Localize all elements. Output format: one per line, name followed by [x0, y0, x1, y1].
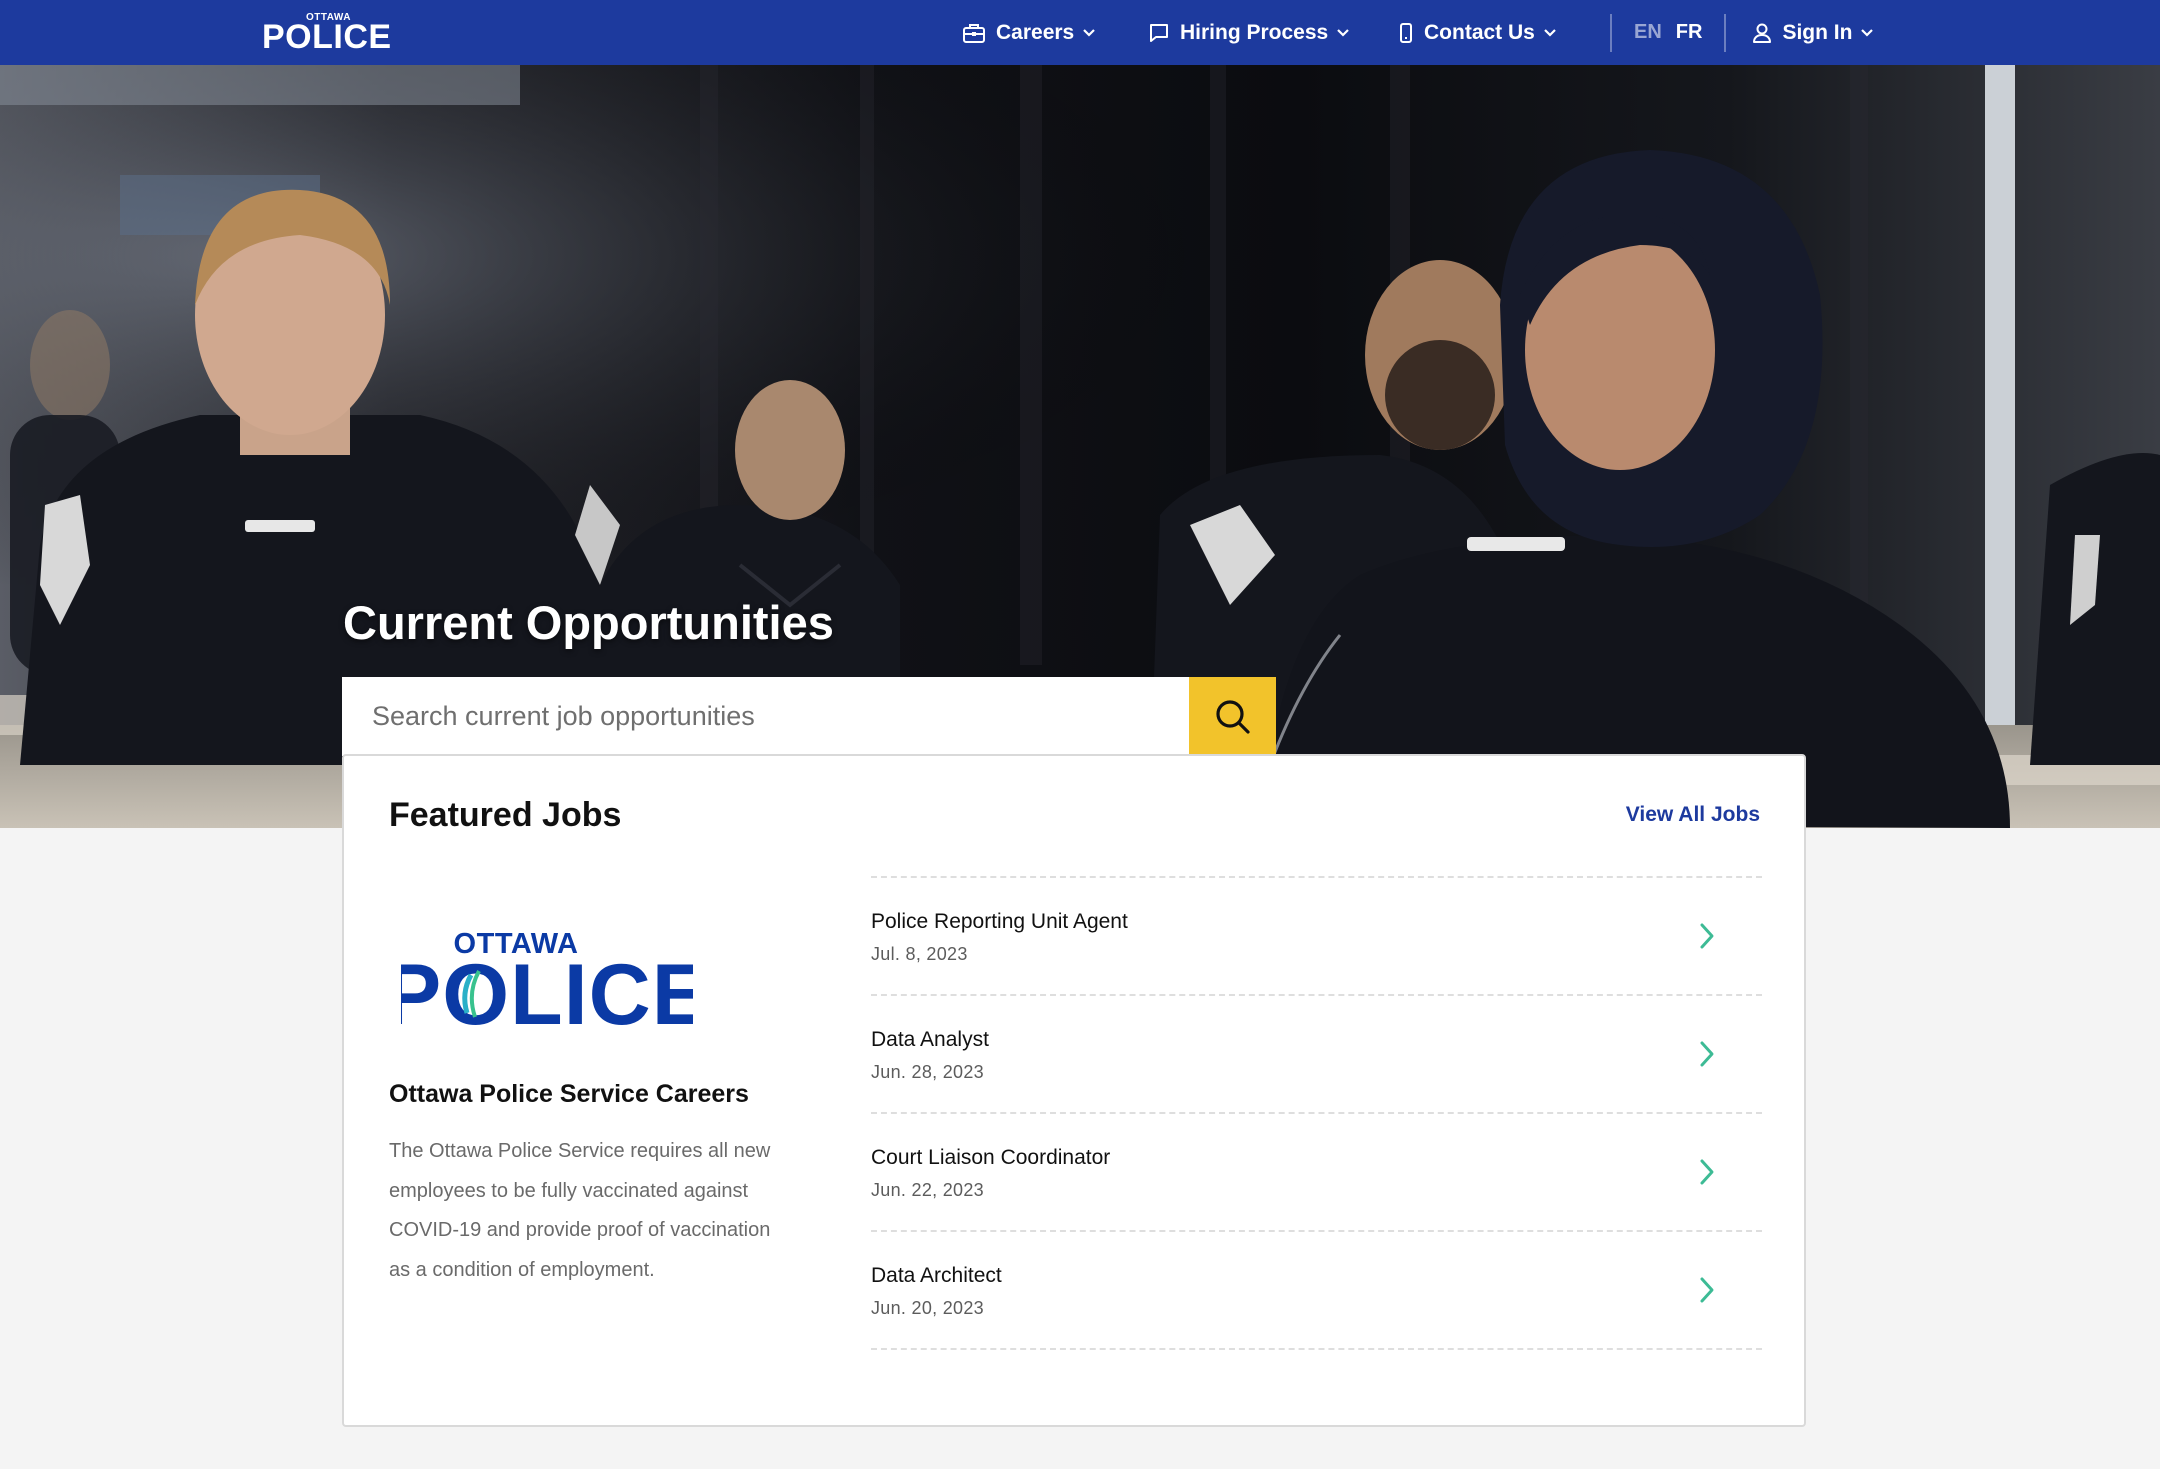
brand-description: The Ottawa Police Service requires all n…: [389, 1140, 771, 1281]
nav-item-hiring-process[interactable]: Hiring Process: [1148, 0, 1398, 65]
job-date: Jun. 22, 2023: [871, 1180, 984, 1200]
job-title: Data Architect: [871, 1264, 1002, 1287]
chevron-down-icon: [1083, 28, 1096, 37]
job-list-item[interactable]: Data Architect Jun. 20, 2023: [871, 1232, 1762, 1350]
view-all-jobs-link[interactable]: View All Jobs: [1626, 803, 1760, 827]
job-date: Jun. 20, 2023: [871, 1298, 984, 1318]
job-title: Police Reporting Unit Agent: [871, 910, 1128, 933]
job-date: Jul. 8, 2023: [871, 944, 968, 964]
job-list-item[interactable]: Data Analyst Jun. 28, 2023: [871, 996, 1762, 1114]
top-navigation: OTTAWA POLICE Careers Hiring Process Con…: [0, 0, 2160, 65]
brand-logo-text: POLICE: [401, 947, 693, 1033]
job-search-input[interactable]: [342, 677, 1189, 756]
nav-item-hiring-label: Hiring Process: [1180, 20, 1329, 44]
nav-item-contact-us[interactable]: Contact Us: [1398, 0, 1610, 65]
language-switcher: EN FR: [1612, 0, 1724, 65]
chevron-right-icon: [1700, 1041, 1714, 1067]
nav-logo[interactable]: OTTAWA POLICE: [262, 12, 404, 56]
chevron-down-icon: [1337, 28, 1350, 37]
chevron-down-icon: [1544, 28, 1556, 37]
lang-en-link[interactable]: EN: [1634, 21, 1662, 44]
chevron-right-icon: [1700, 1277, 1714, 1303]
sign-in-label: Sign In: [1782, 20, 1853, 44]
search-button[interactable]: [1189, 677, 1276, 756]
job-title: Data Analyst: [871, 1028, 989, 1051]
ottawa-police-logo: OTTAWA POLICE: [401, 928, 693, 1033]
chat-bubble-icon: [1150, 23, 1168, 42]
briefcase-icon: [963, 23, 985, 43]
chevron-right-icon: [1700, 923, 1714, 949]
nav-item-contact-label: Contact Us: [1424, 20, 1535, 44]
nav-item-careers-label: Careers: [996, 20, 1075, 44]
chevron-down-icon: [1861, 28, 1874, 37]
nav-item-careers[interactable]: Careers: [962, 0, 1148, 65]
featured-jobs-list: Police Reporting Unit Agent Jul. 8, 2023…: [871, 876, 1762, 1350]
job-title: Court Liaison Coordinator: [871, 1146, 1111, 1169]
user-icon: [1753, 23, 1772, 43]
lang-fr-link[interactable]: FR: [1676, 21, 1703, 44]
chevron-right-icon: [1700, 1159, 1714, 1185]
nav-menu: Careers Hiring Process Contact Us EN FR: [962, 0, 1874, 65]
hero-title: Current Opportunities: [343, 596, 834, 649]
search-icon: [1215, 699, 1250, 734]
job-date: Jun. 28, 2023: [871, 1062, 984, 1082]
sign-in-button[interactable]: Sign In: [1726, 0, 1874, 65]
brand-title: Ottawa Police Service Careers: [389, 1080, 749, 1108]
phone-icon: [1400, 22, 1412, 43]
job-search-bar: [342, 677, 1276, 756]
nav-logo-text: POLICE: [262, 18, 392, 56]
job-list-item[interactable]: Court Liaison Coordinator Jun. 22, 2023: [871, 1114, 1762, 1232]
hero-banner: Current Opportunities: [0, 65, 2160, 828]
featured-jobs-card: Featured Jobs View All Jobs OTTAWA POLIC…: [342, 754, 1806, 1427]
job-list-item[interactable]: Police Reporting Unit Agent Jul. 8, 2023: [871, 878, 1762, 996]
featured-jobs-title: Featured Jobs: [389, 796, 622, 834]
